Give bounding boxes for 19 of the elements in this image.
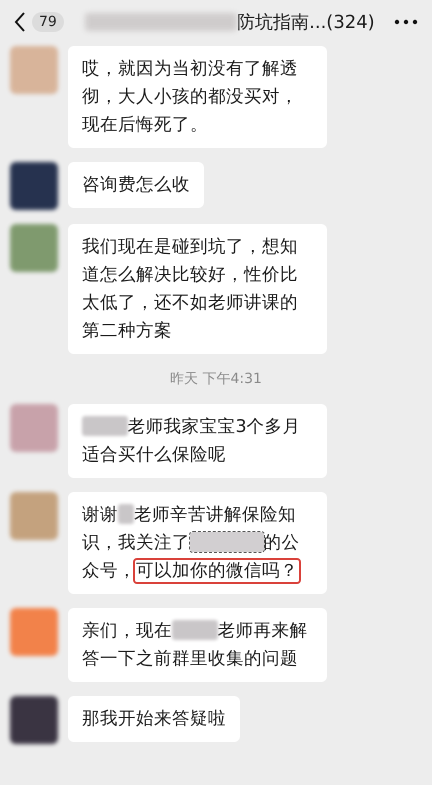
message-bubble: 亲们，现在 老师再来解答一下之前群里收集的问题 [68, 608, 327, 682]
more-icon[interactable] [394, 19, 418, 25]
highlight-frame: 可以加你的微信吗？ [136, 561, 298, 581]
message-bubble: 咨询费怎么收 [68, 162, 204, 208]
avatar[interactable] [10, 224, 58, 272]
message-bubble: 哎，就因为当初没有了解透彻，大人小孩的都没买对，现在后悔死了。 [68, 46, 327, 148]
back-icon[interactable] [14, 11, 26, 33]
chat-title: 防坑指南...(324) [237, 11, 375, 34]
avatar[interactable] [10, 696, 58, 744]
message-bubble: 那我开始来答疑啦 [68, 696, 240, 742]
redaction-blur [118, 504, 134, 524]
message-bubble: 老师我家宝宝3个多月适合买什么保险呢 [68, 404, 327, 478]
avatar[interactable] [10, 162, 58, 210]
redaction-blur [82, 416, 128, 436]
unread-badge: 79 [32, 12, 64, 32]
timestamp: 昨天 下午4:31 [170, 370, 262, 388]
message-bubble: 谢谢 老师辛苦讲解保险知识，我关注了 的公众号，可以加你的微信吗？ [68, 492, 327, 594]
message-bubble: 我们现在是碰到坑了，想知道怎么解决比较好，性价比太低了，还不如老师讲课的第二种方案 [68, 224, 327, 354]
redaction-blur [172, 620, 218, 640]
